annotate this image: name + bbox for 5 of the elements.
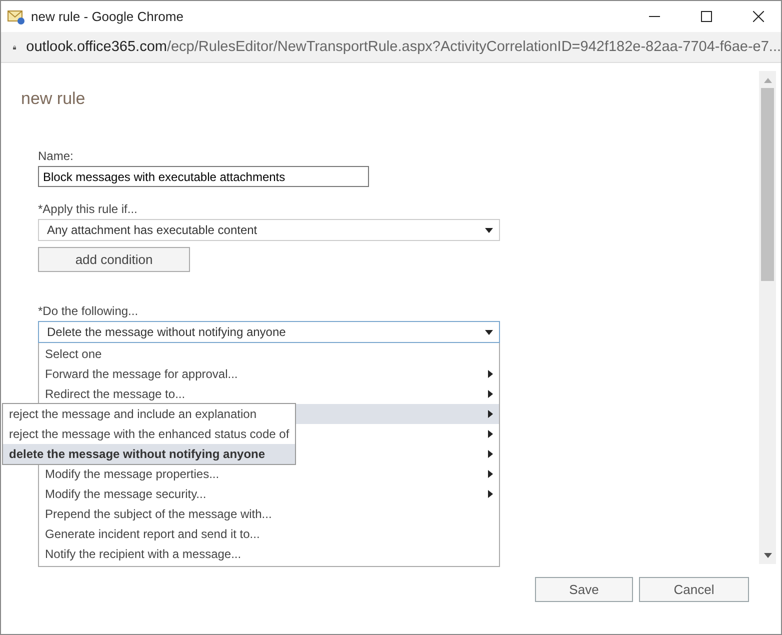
window-title: new rule - Google Chrome: [31, 9, 184, 24]
field-label: *Apply this rule if...: [38, 202, 138, 216]
field-label: Name:: [38, 149, 74, 163]
page-heading: new rule: [21, 89, 86, 109]
field-label: *Do the following...: [38, 304, 140, 318]
